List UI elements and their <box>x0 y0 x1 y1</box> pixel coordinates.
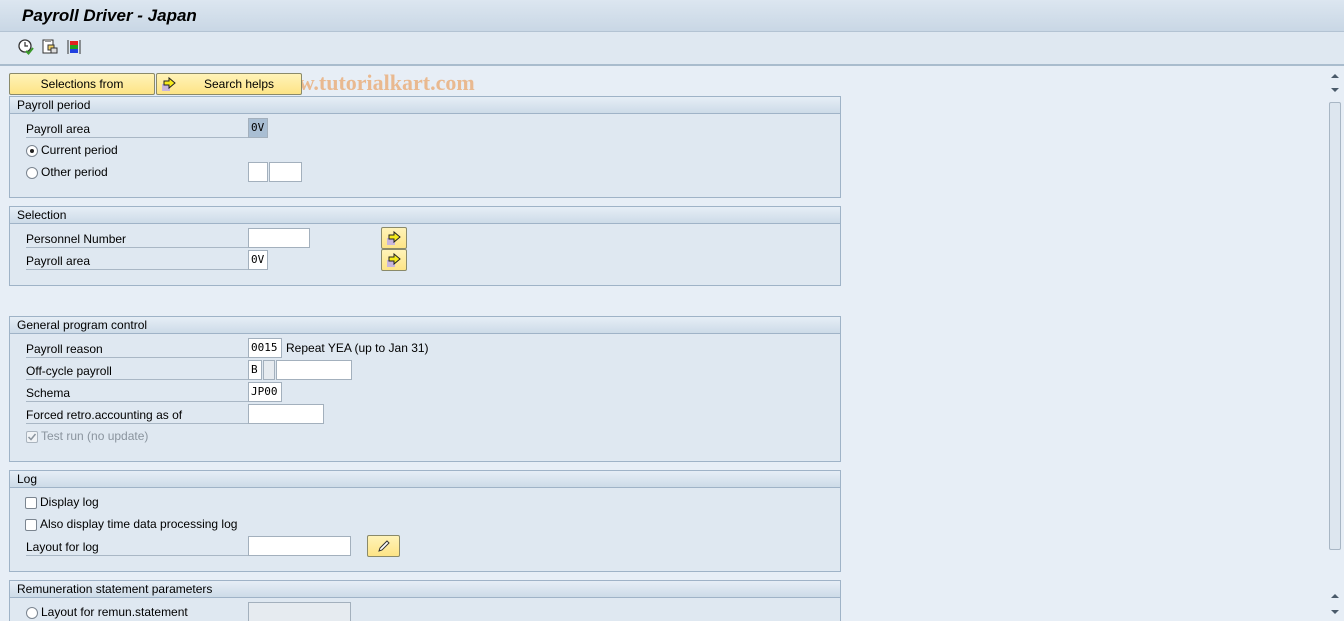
offcycle-payroll-label: Off-cycle payroll <box>26 360 248 380</box>
time-data-log-label: Also display time data processing log <box>40 517 238 531</box>
schema-label: Schema <box>26 382 248 402</box>
time-data-log-checkbox[interactable] <box>25 519 37 531</box>
arrow-right-icon <box>161 76 177 98</box>
payroll-reason-label: Payroll reason <box>26 338 248 358</box>
display-log-label: Display log <box>40 495 99 509</box>
selections-from-button[interactable]: Selections from <box>9 73 155 95</box>
remun-layout-label: Layout for remun.statement <box>41 605 188 619</box>
other-period-field-2[interactable] <box>269 162 302 182</box>
other-period-field-1[interactable] <box>248 162 268 182</box>
vertical-scrollbar[interactable] <box>1326 66 1344 620</box>
test-run-checkbox[interactable] <box>26 431 38 443</box>
other-period-radio[interactable] <box>26 167 38 179</box>
pencil-icon <box>377 539 391 556</box>
scroll-page-up-icon[interactable] <box>1330 590 1340 600</box>
remun-layout-radio[interactable] <box>26 607 38 619</box>
scroll-thumb[interactable] <box>1329 102 1341 550</box>
remun-layout-field[interactable] <box>248 602 351 622</box>
offcycle-field-1[interactable]: B <box>248 360 262 380</box>
payroll-area-label: Payroll area <box>26 118 248 138</box>
log-group: Log Display log Also display time data p… <box>9 470 841 572</box>
forced-retro-label: Forced retro.accounting as of <box>26 404 248 424</box>
display-log-checkbox[interactable] <box>25 497 37 509</box>
scroll-down-icon[interactable] <box>1330 84 1340 94</box>
payroll-reason-field[interactable]: 0015 <box>248 338 282 358</box>
selection-payroll-area-label: Payroll area <box>26 250 248 270</box>
selections-from-label: Selections from <box>40 77 124 91</box>
execute-icon[interactable] <box>17 38 35 56</box>
search-helps-label: Search helps <box>203 77 275 91</box>
remuneration-title: Remuneration statement parameters <box>10 581 840 598</box>
scroll-page-down-icon[interactable] <box>1330 606 1340 616</box>
forced-retro-field[interactable] <box>248 404 324 424</box>
scroll-up-icon[interactable] <box>1330 70 1340 80</box>
schema-field[interactable]: JP00 <box>248 382 282 402</box>
general-program-control-group: General program control Payroll reason 0… <box>9 316 841 462</box>
selection-payroll-area-field[interactable]: 0V <box>248 250 268 270</box>
selection-title: Selection <box>10 207 840 224</box>
status-bar <box>0 621 1344 633</box>
personnel-number-multiple-selection-button[interactable] <box>381 227 407 249</box>
current-period-label: Current period <box>41 143 118 157</box>
title-bar: Payroll Driver - Japan <box>0 0 1344 32</box>
page-title: Payroll Driver - Japan <box>22 6 197 25</box>
get-variant-icon[interactable] <box>41 38 59 56</box>
log-title: Log <box>10 471 840 488</box>
offcycle-field-3[interactable] <box>276 360 352 380</box>
layout-for-log-label: Layout for log <box>26 536 248 556</box>
payroll-reason-text: Repeat YEA (up to Jan 31) <box>286 341 429 355</box>
payroll-period-group: Payroll period Payroll area 0V Current p… <box>9 96 841 198</box>
test-run-label: Test run (no update) <box>41 429 149 443</box>
search-helps-button[interactable]: Search helps <box>156 73 302 95</box>
payroll-period-title: Payroll period <box>10 97 840 114</box>
selection-group: Selection Personnel Number Payroll area … <box>9 206 841 286</box>
personnel-number-label: Personnel Number <box>26 228 248 248</box>
layout-for-log-field[interactable] <box>248 536 351 556</box>
payroll-area-multiple-selection-button[interactable] <box>381 249 407 271</box>
current-period-radio[interactable] <box>26 145 38 157</box>
selection-options-icon[interactable] <box>65 38 83 56</box>
other-period-label: Other period <box>41 165 108 179</box>
application-toolbar: © www.tutorialkart.com <box>0 32 1344 95</box>
edit-layout-button[interactable] <box>367 535 400 557</box>
payroll-area-field[interactable]: 0V <box>248 118 268 138</box>
general-program-control-title: General program control <box>10 317 840 334</box>
personnel-number-field[interactable] <box>248 228 310 248</box>
arrow-right-icon <box>386 252 402 271</box>
arrow-right-icon <box>386 230 402 249</box>
offcycle-field-2[interactable] <box>263 360 275 380</box>
